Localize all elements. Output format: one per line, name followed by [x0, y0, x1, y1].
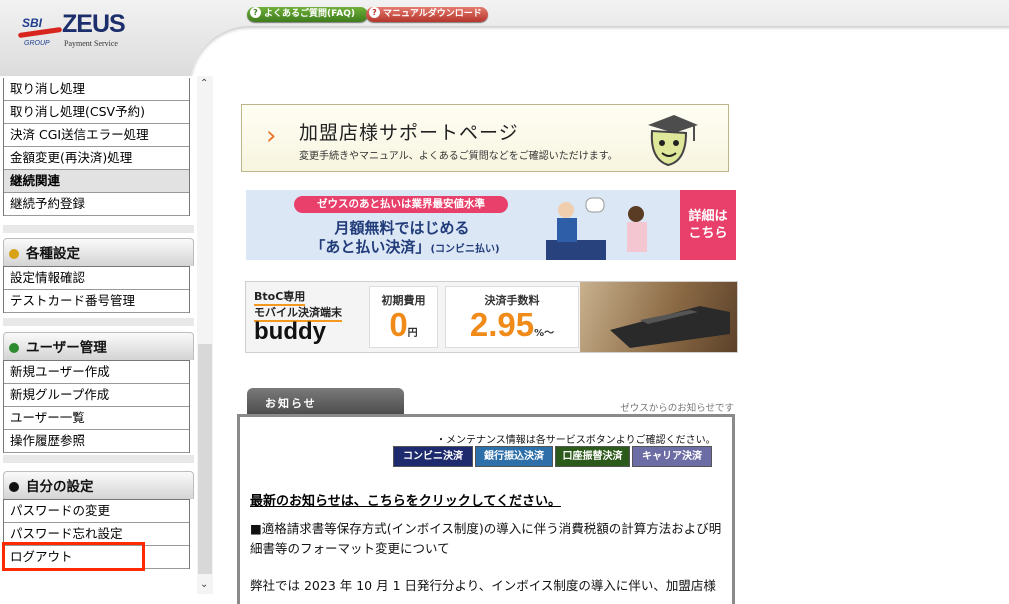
- support-banner-title: 加盟店様サポートページ: [299, 122, 519, 144]
- sidebar-gap: [3, 455, 194, 463]
- carrier-payment-button[interactable]: キャリア決済: [632, 446, 712, 467]
- sidebar-item-cancel[interactable]: 取り消し処理: [4, 78, 189, 101]
- atobarai-line2-main: 「あと払い決済」: [310, 238, 431, 256]
- sidebar-gap: [3, 225, 194, 233]
- logo-payment-service: Payment Service: [64, 39, 118, 48]
- maintenance-note: ・メンテナンス情報は各サービスボタンよりご確認ください。: [436, 435, 716, 446]
- scroll-down-arrow-icon[interactable]: ⌄: [200, 579, 208, 590]
- section-users: ユーザー管理: [3, 332, 194, 360]
- atobarai-detail-button[interactable]: 詳細は こちら: [680, 190, 736, 260]
- section-my-settings-title: 自分の設定: [26, 479, 94, 495]
- sidebar-item-continuous-register[interactable]: 継続予約登録: [4, 193, 189, 216]
- sidebar-item-test-card[interactable]: テストカード番号管理: [4, 290, 189, 313]
- buddy-name: buddy: [254, 318, 326, 345]
- support-banner-subtitle: 変更手続きやマニュアル、よくあるご質問などをご確認いただけます。: [299, 151, 618, 162]
- sidebar-gap: [3, 318, 194, 326]
- notice-invoice-body: 弊社では 2023 年 10 月 1 日発行分より、インボイス制度の導入に伴い、…: [250, 578, 716, 593]
- payment-terminal-image: [580, 282, 737, 352]
- logo-sbi: SBI: [22, 16, 43, 30]
- header-curve: [190, 26, 1009, 76]
- graduate-mascot-icon: [648, 115, 698, 167]
- bank-transfer-button[interactable]: 銀行振込決済: [475, 446, 553, 467]
- atobarai-cta-line1: 詳細は: [688, 209, 728, 224]
- convenience-payment-button[interactable]: コンビニ決済: [393, 446, 473, 467]
- payment-fee-box: 決済手数料 2.95%～: [445, 286, 579, 348]
- payment-fee-unit: %～: [534, 328, 555, 339]
- question-icon: ?: [250, 7, 261, 18]
- card-terminal-icon: [610, 306, 730, 348]
- atobarai-pill: ゼウスのあと払いは業界最安値水準: [294, 196, 508, 213]
- header: SBI ZEUS GROUP Payment Service ? よくあるご質問(…: [0, 0, 1009, 76]
- sidebar-item-continuous[interactable]: 継続関連: [4, 170, 189, 193]
- manual-download-button[interactable]: ? マニュアルダウンロード: [366, 7, 488, 22]
- notice-invoice-heading: ■適格請求書等保存方式(インボイス制度)の導入に伴う消費税額の計算方法および明細…: [250, 521, 722, 556]
- scroll-up-arrow-icon[interactable]: ⌃: [200, 78, 208, 89]
- atobarai-line2: 「あと払い決済」(コンビニ払い): [290, 236, 520, 257]
- settings-dot-icon: [9, 249, 19, 259]
- latest-notice-link[interactable]: 最新のお知らせは、こちらをクリックしてください。: [250, 490, 561, 509]
- store-clerk-illustration-icon: [546, 197, 647, 260]
- initial-fee-value: 0: [389, 306, 408, 343]
- initial-fee-figure: 0円: [370, 308, 437, 342]
- tab-notice[interactable]: お知らせ: [247, 388, 404, 416]
- sidebar-item-password-change[interactable]: パスワードの変更: [4, 500, 189, 523]
- sidebar-item-cancel-csv[interactable]: 取り消し処理(CSV予約): [4, 101, 189, 124]
- atobarai-cta-line2: こちら: [688, 226, 728, 241]
- section-my-settings: 自分の設定: [3, 471, 194, 499]
- manual-label: マニュアルダウンロード: [383, 9, 482, 19]
- atobarai-line1: 月額無料ではじめる: [334, 219, 470, 237]
- users-menu: 新規ユーザー作成 新規グループ作成 ユーザー一覧 操作履歴参照: [3, 360, 190, 453]
- scrollbar-thumb[interactable]: [198, 344, 212, 574]
- account-transfer-button[interactable]: 口座振替決済: [555, 446, 630, 467]
- atobarai-line2-small: (コンビニ払い): [430, 244, 500, 255]
- section-settings: 各種設定: [3, 238, 194, 266]
- sidebar-scrollbar[interactable]: ⌃ ⌄: [197, 76, 213, 594]
- initial-fee-unit: 円: [407, 328, 418, 339]
- faq-label: よくあるご質問(FAQ): [264, 9, 355, 19]
- section-users-title: ユーザー管理: [26, 340, 107, 356]
- notice-caption: ゼウスからのお知らせです: [620, 403, 734, 414]
- zeus-logo[interactable]: SBI ZEUS GROUP Payment Service: [17, 10, 128, 48]
- sidebar-item-cgi-error[interactable]: 決済 CGI送信エラー処理: [4, 124, 189, 147]
- sidebar-item-settings-info[interactable]: 設定情報確認: [4, 267, 189, 290]
- sidebar-item-new-group[interactable]: 新規グループ作成: [4, 384, 189, 407]
- atobarai-banner[interactable]: ゼウスのあと払いは業界最安値水準 月額無料ではじめる 「あと払い決済」(コンビニ…: [246, 190, 736, 260]
- section-settings-title: 各種設定: [26, 246, 80, 262]
- chevron-right-icon: ›: [266, 121, 277, 151]
- sidebar-item-new-user[interactable]: 新規ユーザー作成: [4, 361, 189, 384]
- logo-group: GROUP: [24, 40, 50, 47]
- payment-fee-figure: 2.95%～: [446, 308, 578, 342]
- buddy-banner[interactable]: BtoC専用 モバイル決済端末 buddy 初期費用 0円 決済手数料 2.95…: [245, 281, 738, 353]
- payment-fee-value: 2.95: [469, 306, 535, 343]
- support-page-banner[interactable]: › 加盟店様サポートページ 変更手続きやマニュアル、よくあるご質問などをご確認い…: [241, 104, 729, 172]
- sidebar-item-user-list[interactable]: ユーザー一覧: [4, 407, 189, 430]
- faq-button[interactable]: ? よくあるご質問(FAQ): [247, 7, 368, 22]
- my-settings-dot-icon: [9, 482, 19, 492]
- users-dot-icon: [9, 343, 19, 353]
- initial-fee-box: 初期費用 0円: [369, 286, 438, 348]
- sidebar-item-amount-change[interactable]: 金額変更(再決済)処理: [4, 147, 189, 170]
- sidebar-item-history[interactable]: 操作履歴参照: [4, 430, 189, 453]
- question-icon: ?: [369, 7, 380, 18]
- transaction-menu: 取り消し処理 取り消し処理(CSV予約) 決済 CGI送信エラー処理 金額変更(…: [3, 78, 190, 216]
- logo-zeus: ZEUS: [62, 10, 126, 38]
- logout-highlight-box: [2, 542, 145, 571]
- settings-menu: 設定情報確認 テストカード番号管理: [3, 266, 190, 313]
